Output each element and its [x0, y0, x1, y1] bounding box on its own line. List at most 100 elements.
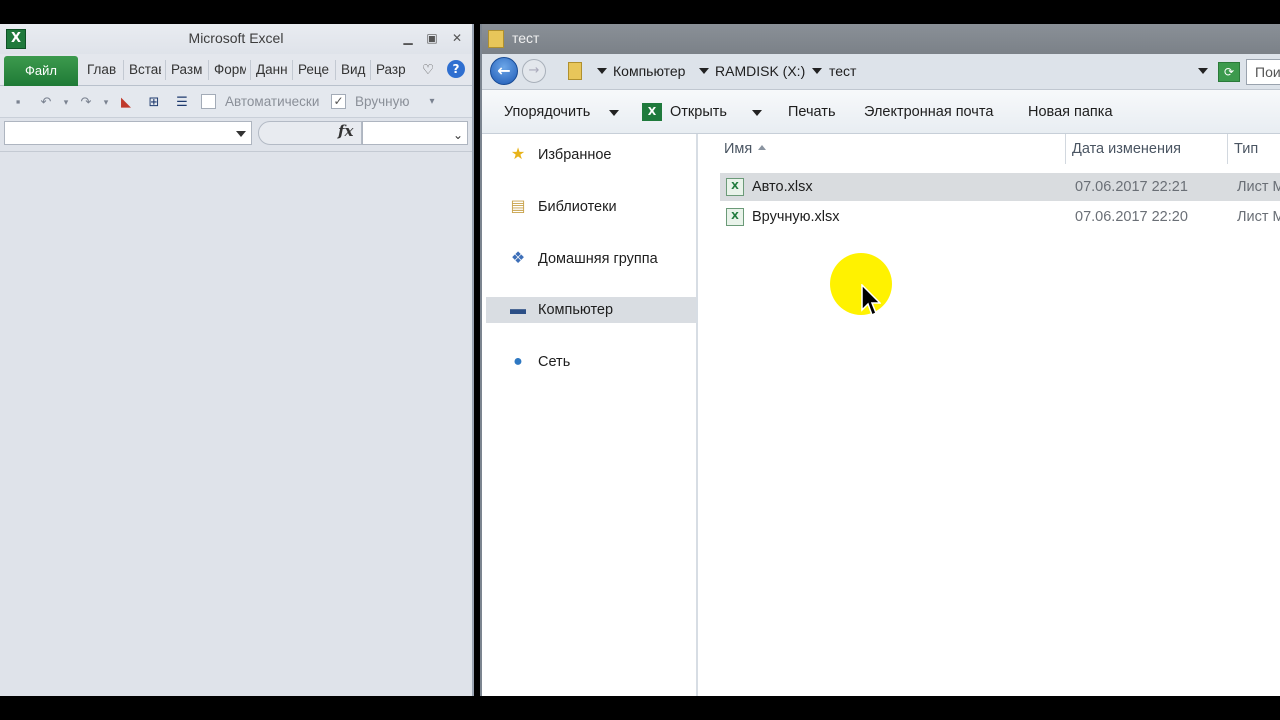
insert-function-icon[interactable]: fx [338, 122, 353, 140]
tab-home[interactable]: Глав [87, 62, 121, 77]
tab-insert[interactable]: Встав [129, 62, 161, 77]
tab-developer[interactable]: Разр [376, 62, 410, 77]
search-input[interactable]: Пои [1246, 59, 1280, 85]
nav-item-network[interactable]: ● Сеть [486, 349, 696, 375]
redo-dropdown-icon[interactable]: ▾ [98, 94, 114, 110]
star-icon: ★ [510, 146, 526, 163]
file-name: Авто.xlsx [752, 179, 813, 195]
explorer-title-bar: тест [482, 24, 1280, 54]
column-header-type[interactable]: Тип [1228, 134, 1280, 164]
customize-qat-icon[interactable]: ▾ [424, 94, 440, 110]
chart-icon[interactable]: ◣ [118, 94, 134, 110]
breadcrumb-computer[interactable]: Компьютер [613, 63, 685, 79]
email-button[interactable]: Электронная почта [864, 104, 993, 120]
new-folder-button[interactable]: Новая папка [1028, 104, 1113, 120]
column-header-date[interactable]: Дата изменения [1066, 134, 1228, 164]
help-icon[interactable]: ? [447, 60, 465, 78]
xlsx-file-icon: X [726, 178, 744, 196]
letterbox-bottom [0, 696, 1280, 720]
nav-item-label: Компьютер [538, 302, 614, 318]
auto-calc-label: Автоматически [225, 94, 320, 109]
file-date: 07.06.2017 22:21 [1075, 179, 1188, 195]
breadcrumb-chevron-icon[interactable] [597, 68, 607, 74]
organize-dropdown-icon[interactable] [609, 110, 619, 116]
libraries-icon: ▤ [510, 198, 526, 215]
folder-icon [488, 30, 504, 48]
tab-separator [165, 60, 166, 80]
excel-title-bar: X Microsoft Excel ▁ ▣ ✕ [0, 24, 472, 54]
print-button[interactable]: Печать [788, 104, 836, 120]
tab-formulas[interactable]: Форм [214, 62, 246, 77]
auto-calc-checkbox[interactable] [201, 94, 216, 109]
column-header-name[interactable]: Имя [718, 134, 1066, 164]
save-icon[interactable]: ▪ [10, 94, 26, 110]
name-box[interactable] [4, 121, 252, 145]
tab-separator [123, 60, 124, 80]
tab-separator [208, 60, 209, 80]
tab-separator [370, 60, 371, 80]
forward-button[interactable]: → [522, 59, 546, 83]
nav-item-favorites[interactable]: ★ Избранное [486, 142, 696, 168]
explorer-window-title: тест [512, 30, 540, 46]
tab-file[interactable]: Файл [4, 56, 78, 86]
explorer-window: тест ← → Компьютер RAMDISK (X:) тест ⟳ П… [480, 24, 1280, 696]
list-icon[interactable]: ☰ [174, 94, 190, 110]
excel-file-icon: X [642, 103, 662, 121]
address-history-dropdown-icon[interactable] [1198, 68, 1208, 74]
mouse-cursor-icon [861, 284, 881, 317]
restore-icon[interactable]: ▣ [422, 30, 442, 46]
expand-formula-icon[interactable]: ⌄ [453, 128, 463, 142]
computer-icon: ▬ [510, 301, 526, 318]
ribbon-tabs: Файл Глав Встав Разм Форм Данн Реце Вид … [0, 54, 472, 86]
network-icon: ● [513, 353, 523, 370]
redo-icon[interactable]: ↷ [78, 94, 94, 110]
tab-view[interactable]: Вид [341, 62, 367, 77]
file-list: Имя Дата изменения Тип X Авто.xlsx 07.06… [700, 134, 1280, 696]
nav-item-label: Избранное [538, 147, 612, 163]
tab-separator [250, 60, 251, 80]
nav-item-computer[interactable]: ▬ Компьютер [486, 297, 696, 323]
homegroup-icon: ❖ [510, 250, 526, 267]
file-name: Вручную.xlsx [752, 209, 840, 225]
open-dropdown-icon[interactable] [752, 110, 762, 116]
name-box-dropdown-icon[interactable] [236, 131, 246, 137]
navigation-pane: ★ Избранное ▤ Библиотеки ❖ Домашняя груп… [482, 134, 698, 696]
breadcrumb-test[interactable]: тест [829, 63, 856, 79]
letterbox-top [0, 0, 1280, 24]
quick-access-toolbar: ▪ ↶ ▾ ↷ ▾ ◣ ⊞ ☰ Автоматически ✓ Вручную … [0, 86, 472, 118]
column-header-label: Имя [724, 141, 753, 157]
xlsx-file-icon: X [726, 208, 744, 226]
manual-calc-label: Вручную [355, 94, 410, 109]
close-icon[interactable]: ✕ [447, 30, 467, 46]
tab-page-layout[interactable]: Разм [171, 62, 205, 77]
breadcrumb-chevron-icon[interactable] [812, 68, 822, 74]
command-bar: Упорядочить X Открыть Печать Электронная… [482, 90, 1280, 134]
ribbon-collapse-icon[interactable]: ♡ [422, 62, 434, 78]
nav-item-libraries[interactable]: ▤ Библиотеки [486, 194, 696, 220]
manual-calc-checkbox[interactable]: ✓ [331, 94, 346, 109]
file-row[interactable]: X Вручную.xlsx 07.06.2017 22:20 Лист M [720, 203, 1280, 231]
open-button[interactable]: Открыть [670, 104, 727, 120]
organize-button[interactable]: Упорядочить [504, 104, 590, 120]
select-range-icon[interactable]: ⊞ [146, 94, 162, 110]
back-button[interactable]: ← [490, 57, 518, 85]
refresh-icon[interactable]: ⟳ [1218, 62, 1240, 82]
nav-item-label: Сеть [538, 354, 571, 370]
undo-icon[interactable]: ↶ [38, 94, 54, 110]
file-date: 07.06.2017 22:20 [1075, 209, 1188, 225]
excel-empty-workspace [0, 151, 472, 696]
excel-window: X Microsoft Excel ▁ ▣ ✕ Файл Глав Встав … [0, 24, 474, 696]
breadcrumb-ramdisk[interactable]: RAMDISK (X:) [715, 63, 805, 79]
nav-item-label: Домашняя группа [538, 251, 658, 267]
minimize-icon[interactable]: ▁ [398, 30, 418, 46]
formula-input[interactable]: ⌄ [362, 121, 468, 145]
nav-item-homegroup[interactable]: ❖ Домашняя группа [486, 246, 696, 272]
file-row[interactable]: X Авто.xlsx 07.06.2017 22:21 Лист M [720, 173, 1280, 201]
undo-dropdown-icon[interactable]: ▾ [58, 94, 74, 110]
file-type: Лист M [1237, 209, 1280, 225]
file-type: Лист M [1237, 179, 1280, 195]
tab-review[interactable]: Реце [298, 62, 332, 77]
formula-bar: fx ⌄ [0, 118, 472, 148]
tab-data[interactable]: Данн [256, 62, 288, 77]
breadcrumb-chevron-icon[interactable] [699, 68, 709, 74]
